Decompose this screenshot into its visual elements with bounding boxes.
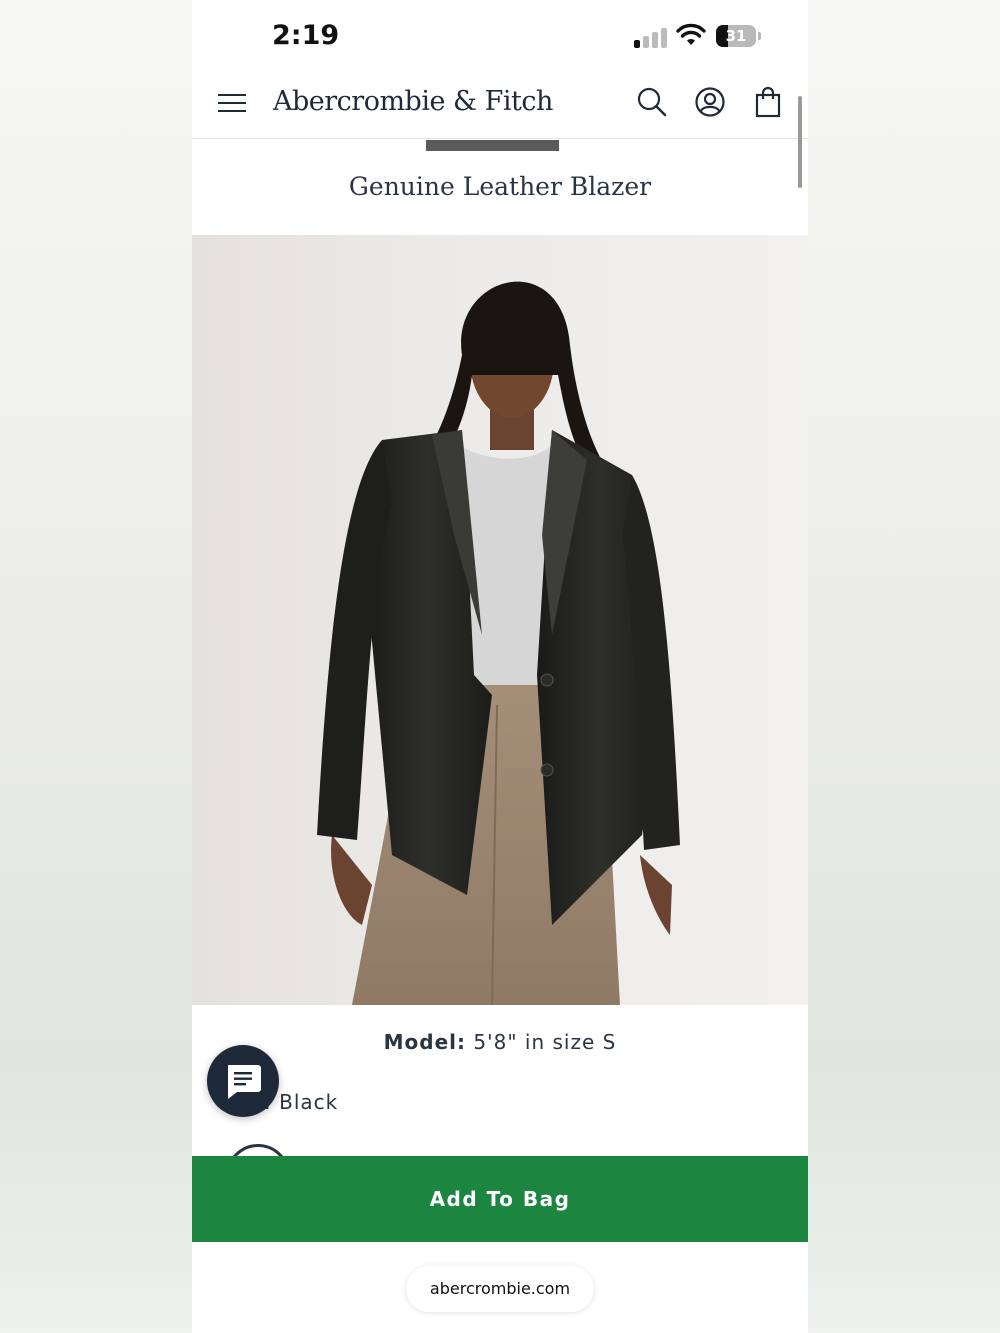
product-image[interactable] [192,235,808,1005]
model-photo-illustration [317,281,680,1005]
account-icon[interactable] [694,86,726,118]
chat-icon [228,1065,261,1099]
cellular-signal-icon [634,26,668,48]
phone-screen: 2:19 31 Abercrombie & Fitch Genuine Leat… [192,0,808,1333]
backdrop-left [0,0,192,1333]
image-carousel-indicator [426,140,559,151]
wifi-icon [676,23,706,45]
browser-url-bar[interactable]: abercrombie.com [406,1266,594,1312]
add-to-bag-button[interactable]: Add To Bag [192,1156,808,1242]
shopping-bag-icon[interactable] [752,86,784,118]
battery-level: 31 [725,27,747,45]
product-title: Genuine Leather Blazer [348,172,652,201]
model-size-value: 5'8" in size S [473,1030,617,1054]
brand-logo[interactable]: Abercrombie & Fitch [273,86,553,117]
status-time: 2:19 [272,20,340,51]
menu-icon[interactable] [218,92,248,114]
top-navigation: Abercrombie & Fitch [192,70,808,139]
battery-tip [758,32,761,40]
color-value: Black [279,1090,339,1114]
status-bar: 2:19 31 [192,0,808,70]
backdrop-right [808,0,1000,1333]
chat-button[interactable] [207,1045,279,1117]
model-size-info: Model: 5'8" in size S [192,1030,808,1054]
search-icon[interactable] [636,86,668,118]
battery-icon: 31 [716,25,756,47]
model-label: Model: [383,1030,467,1054]
